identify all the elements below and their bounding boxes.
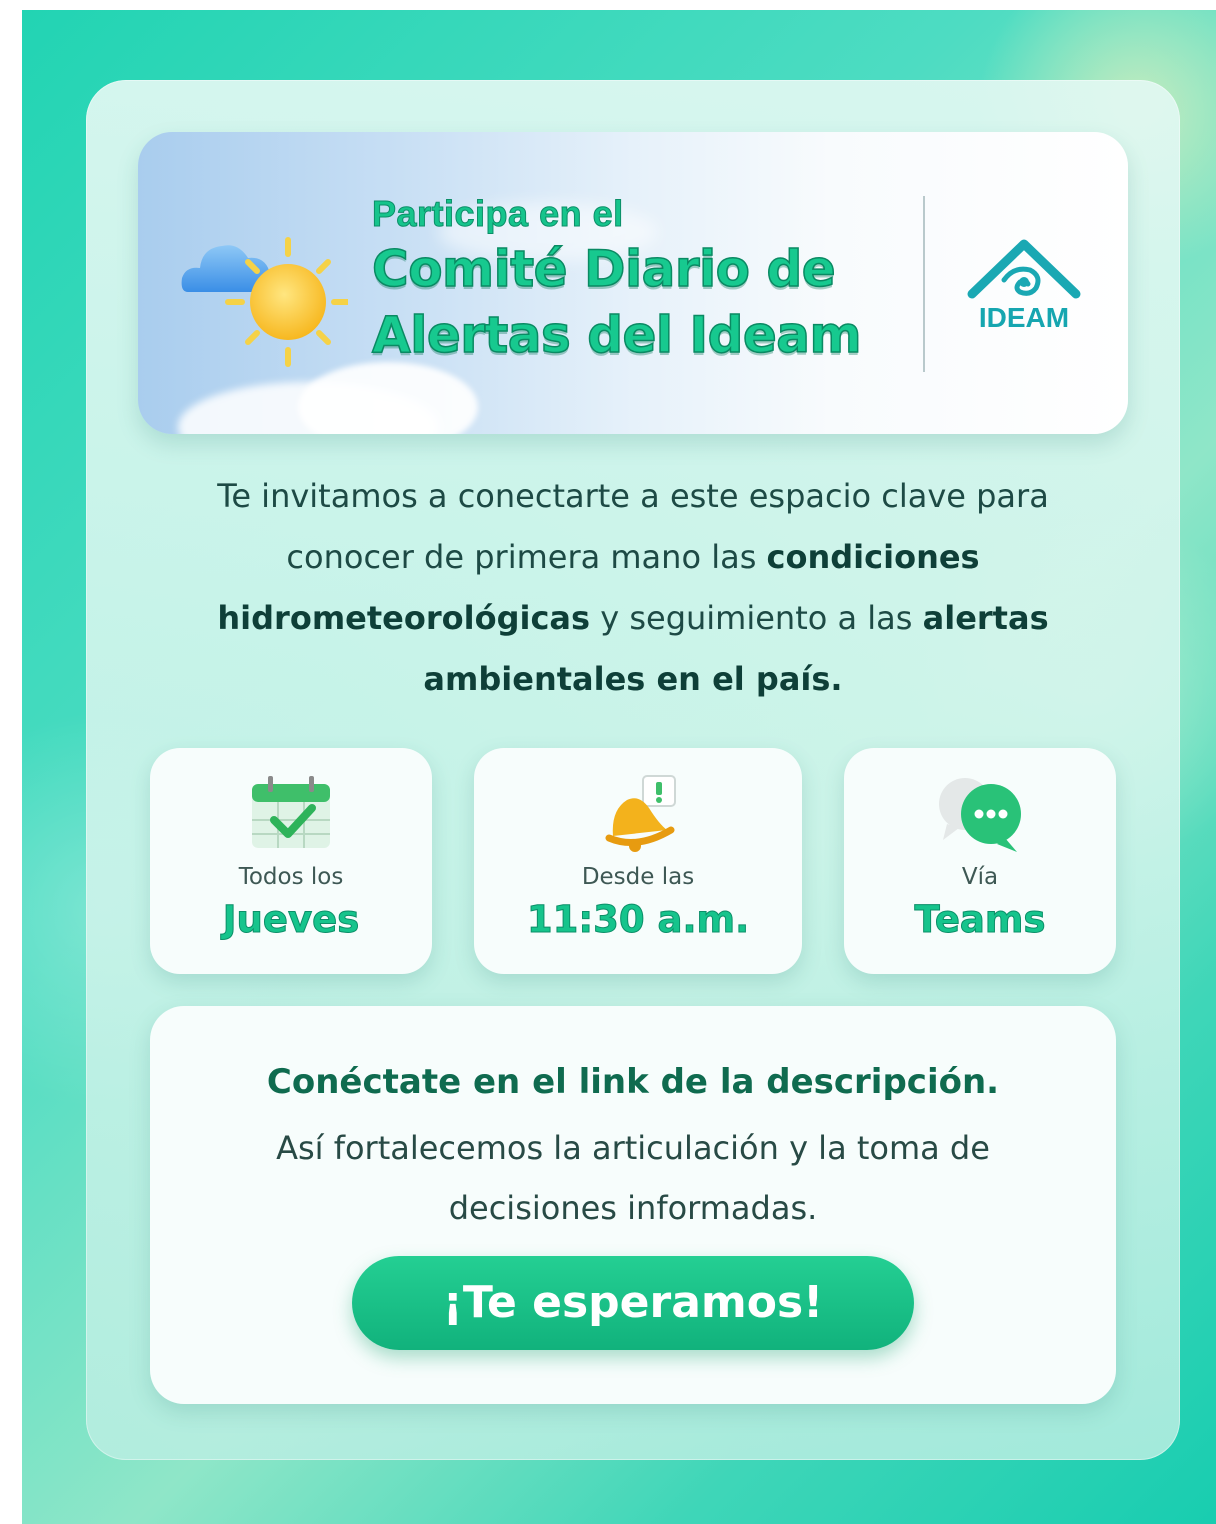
banner-heading: Participa en el Comité Diario de Alertas… <box>371 193 912 368</box>
info-label: Vía <box>961 864 999 890</box>
info-card-platform: Vía Teams <box>844 748 1116 974</box>
chat-icon <box>939 778 1021 852</box>
info-label: Desde las <box>581 864 695 890</box>
ideam-logo-icon <box>967 239 1081 299</box>
info-card-time: Desde las 11:30 a.m. <box>474 748 802 974</box>
logo-text: IDEAM <box>978 302 1070 333</box>
intro-text: y seguimiento a las <box>590 599 923 637</box>
banner-title-line1: Comité Diario de <box>371 239 836 299</box>
info-value: Teams <box>914 898 1046 942</box>
sun-cloud-icon <box>181 237 348 367</box>
cta-title: Conéctate en el link de la descripción. <box>266 1062 1000 1102</box>
sky-cloud <box>298 362 478 434</box>
cta-body: Así fortalecemos la articulación y la to… <box>276 1129 990 1227</box>
banner-title-line2: Alertas del Ideam <box>371 305 862 365</box>
info-label: Todos los <box>238 864 344 890</box>
ideam-logo: IDEAM <box>964 236 1084 346</box>
calendar-icon <box>252 776 330 848</box>
bell-icon <box>605 775 676 852</box>
cta-card: Conéctate en el link de la descripción. … <box>150 1006 1116 1404</box>
info-value: 11:30 a.m. <box>526 898 750 942</box>
header-banner: Participa en el Comité Diario de Alertas… <box>138 132 1128 434</box>
cta-button[interactable]: ¡Te esperamos! <box>352 1256 914 1350</box>
info-value: Jueves <box>222 898 360 942</box>
banner-pretitle: Participa en el <box>372 193 624 234</box>
info-card-day: Todos los Jueves <box>150 748 432 974</box>
banner-divider <box>923 196 925 372</box>
intro-paragraph: Te invitamos a conectarte a este espacio… <box>190 466 1076 710</box>
